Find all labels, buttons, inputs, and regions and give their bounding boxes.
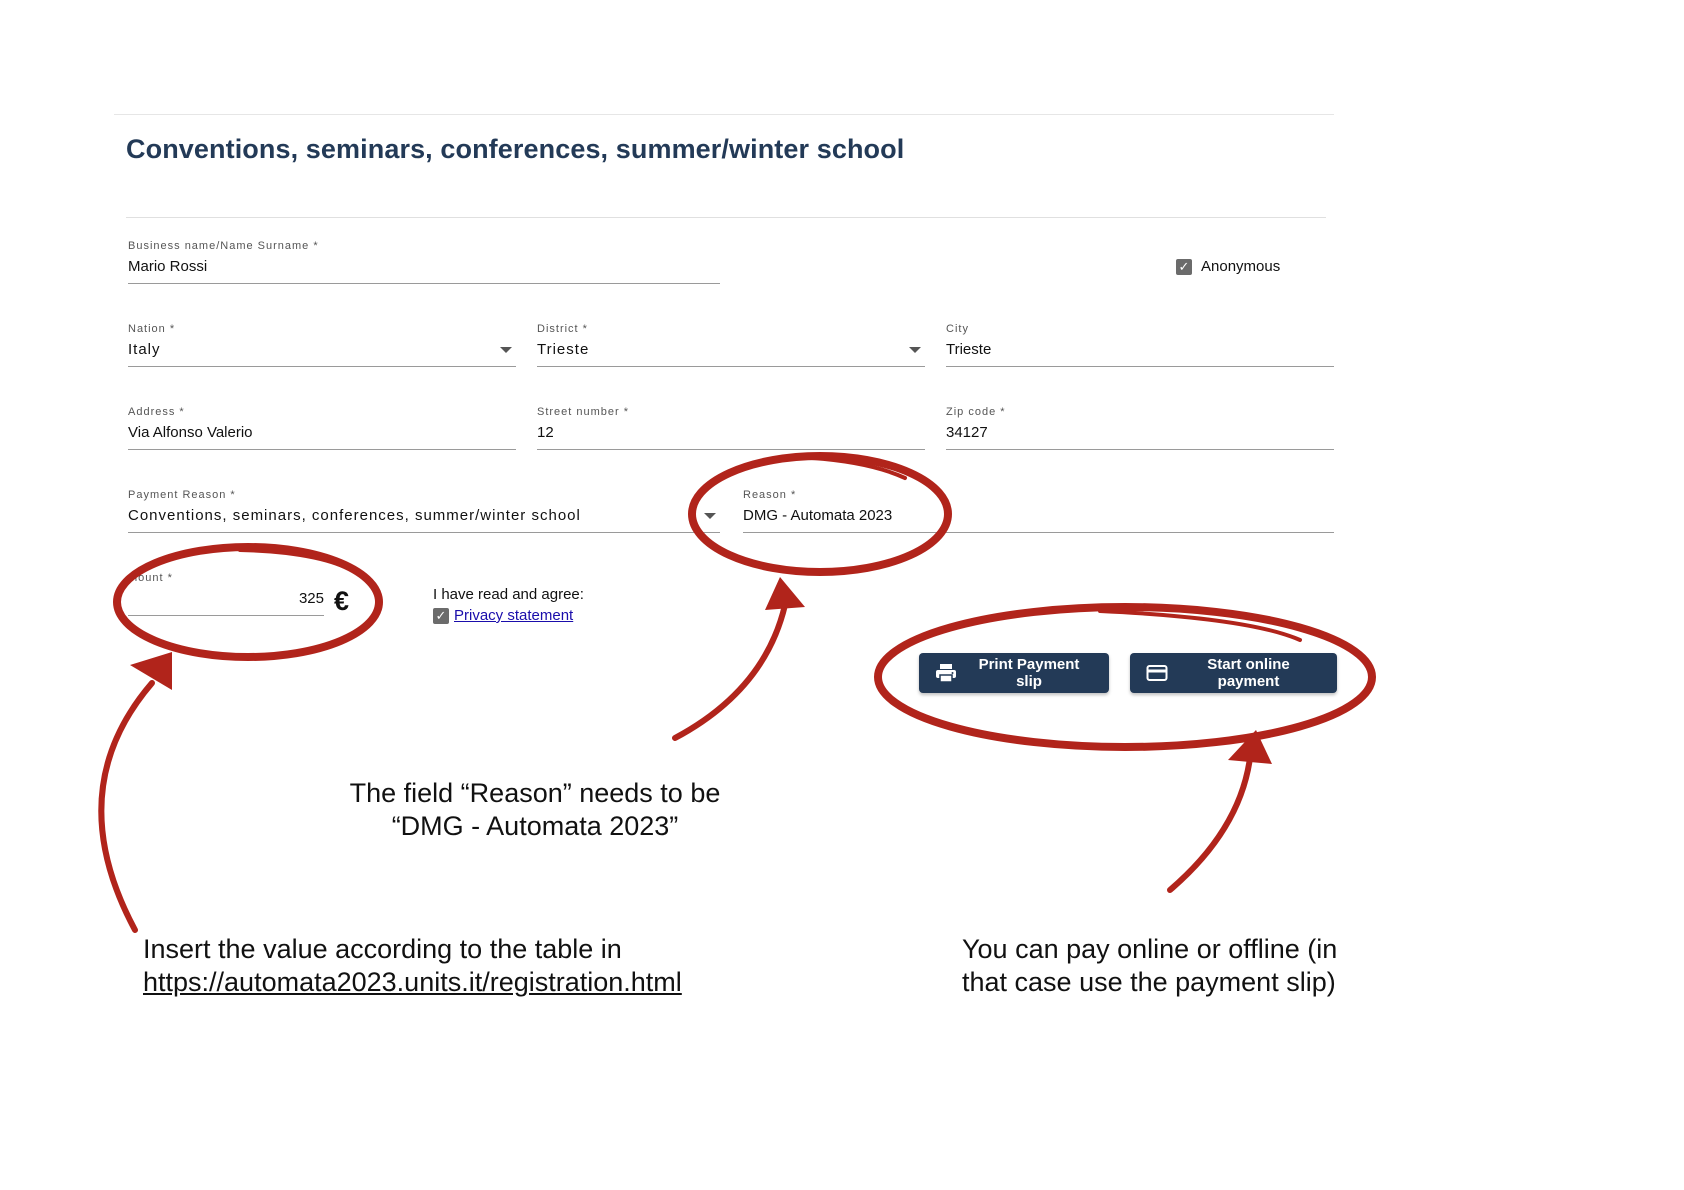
- name-field[interactable]: Business name/Name Surname * Mario Rossi: [128, 240, 720, 284]
- amount-field[interactable]: mount * 325: [128, 572, 324, 616]
- checkbox-checked-icon[interactable]: ✓: [1176, 258, 1192, 275]
- address-field[interactable]: Address * Via Alfonso Valerio: [128, 406, 516, 450]
- reason-note: The field “Reason” needs to be “DMG - Au…: [330, 777, 740, 843]
- pay-note-line-2: that case use the payment slip): [962, 967, 1336, 997]
- amount-underline: [128, 615, 324, 616]
- district-select[interactable]: District * Trieste: [537, 323, 925, 367]
- anonymous-checkbox[interactable]: ✓ Anonymous: [1176, 258, 1280, 275]
- payment-reason-underline: [128, 532, 720, 533]
- reason-field[interactable]: Reason * DMG - Automata 2023: [743, 489, 1334, 533]
- buttons-highlight-tail: [1098, 609, 1302, 642]
- city-underline: [946, 366, 1334, 367]
- reason-highlight-tail: [810, 456, 907, 480]
- dropdown-caret-icon[interactable]: [500, 347, 512, 353]
- printer-icon: [935, 663, 957, 683]
- reason-arrowhead: [765, 577, 805, 610]
- district-underline: [537, 366, 925, 367]
- amount-value[interactable]: 325: [299, 590, 324, 607]
- city-label: City: [946, 323, 969, 335]
- reason-label: Reason *: [743, 489, 797, 501]
- street-number-field[interactable]: Street number * 12: [537, 406, 925, 450]
- amount-arrowhead: [130, 652, 172, 690]
- top-divider: [114, 114, 1334, 115]
- registration-url: https://automata2023.units.it/registrati…: [143, 967, 682, 997]
- amount-arrow-shaft: [98, 680, 155, 933]
- district-value: Trieste: [537, 341, 590, 358]
- amount-note-line-1: Insert the value according to the table …: [143, 934, 622, 964]
- print-payment-slip-button[interactable]: Print Payment slip: [919, 653, 1109, 693]
- nation-value: Italy: [128, 341, 161, 358]
- pay-note-line-1: You can pay online or offline (in: [962, 934, 1338, 964]
- privacy-checkbox[interactable]: ✓ Privacy statement: [433, 607, 573, 624]
- zip-code-value[interactable]: 34127: [946, 424, 988, 441]
- checkbox-checked-icon[interactable]: ✓: [433, 607, 449, 624]
- agree-text: I have read and agree:: [433, 586, 584, 603]
- name-underline: [128, 283, 720, 284]
- reason-arrow-shaft: [672, 602, 788, 741]
- credit-card-icon: [1146, 664, 1168, 682]
- amount-label: mount *: [128, 572, 173, 584]
- buttons-arrow-shaft: [1167, 755, 1253, 893]
- name-label: Business name/Name Surname *: [128, 240, 319, 252]
- street-number-label: Street number *: [537, 406, 630, 418]
- amount-note: Insert the value according to the table …: [143, 933, 682, 999]
- payment-reason-select[interactable]: Payment Reason * Conventions, seminars, …: [128, 489, 720, 533]
- payment-reason-label: Payment Reason *: [128, 489, 236, 501]
- euro-sign: €: [334, 586, 350, 616]
- zip-code-underline: [946, 449, 1334, 450]
- nation-label: Nation *: [128, 323, 176, 335]
- payment-reason-value: Conventions, seminars, conferences, summ…: [128, 507, 581, 524]
- dropdown-caret-icon[interactable]: [909, 347, 921, 353]
- dropdown-caret-icon[interactable]: [704, 513, 716, 519]
- reason-note-line-2: “DMG - Automata 2023”: [391, 811, 679, 841]
- print-button-label: Print Payment slip: [978, 656, 1080, 690]
- amount-highlight-tail: [238, 548, 357, 574]
- nation-select[interactable]: Nation * Italy: [128, 323, 516, 367]
- page-title: Conventions, seminars, conferences, summ…: [126, 134, 905, 164]
- reason-value[interactable]: DMG - Automata 2023: [743, 507, 892, 524]
- pay-note: You can pay online or offline (in that c…: [962, 933, 1337, 999]
- city-field[interactable]: City Trieste: [946, 323, 1334, 367]
- buttons-arrowhead: [1228, 730, 1272, 764]
- zip-code-label: Zip code *: [946, 406, 1006, 418]
- address-underline: [128, 449, 516, 450]
- privacy-statement-link[interactable]: Privacy statement: [454, 607, 573, 624]
- address-label: Address *: [128, 406, 185, 418]
- title-divider: [126, 217, 1326, 218]
- reason-underline: [743, 532, 1334, 533]
- city-value[interactable]: Trieste: [946, 341, 991, 358]
- address-value[interactable]: Via Alfonso Valerio: [128, 424, 253, 441]
- name-value[interactable]: Mario Rossi: [128, 258, 207, 275]
- anonymous-label: Anonymous: [1201, 258, 1281, 275]
- online-button-label: Start online payment: [1207, 656, 1290, 690]
- zip-code-field[interactable]: Zip code * 34127: [946, 406, 1334, 450]
- street-number-underline: [537, 449, 925, 450]
- district-label: District *: [537, 323, 588, 335]
- nation-underline: [128, 366, 516, 367]
- reason-note-line-1: The field “Reason” needs to be: [349, 778, 721, 808]
- start-online-payment-button[interactable]: Start online payment: [1130, 653, 1337, 693]
- street-number-value[interactable]: 12: [537, 424, 554, 441]
